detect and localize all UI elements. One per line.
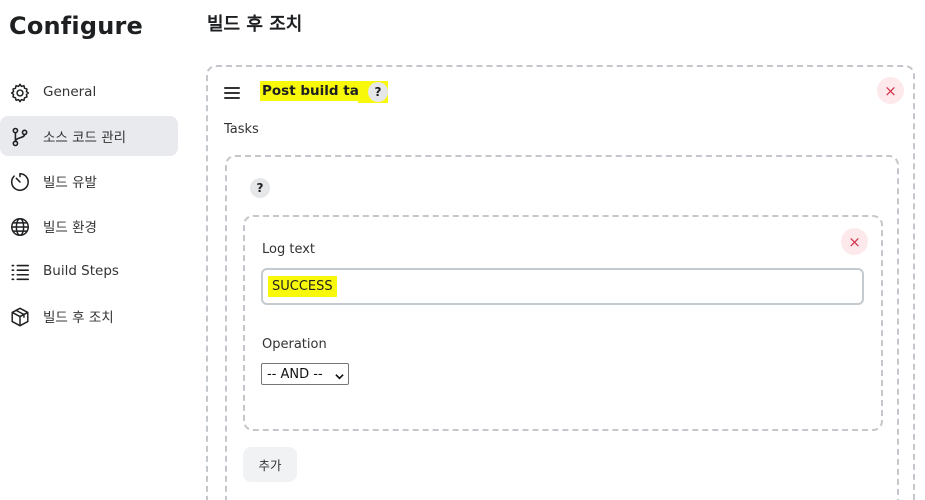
log-text-label: Log text <box>262 242 316 257</box>
tasks-help-icon[interactable]: ? <box>250 178 270 198</box>
add-task-button[interactable]: 추가 <box>243 447 297 482</box>
operation-select[interactable]: -- AND -- <box>261 363 349 385</box>
sidebar-item-label: 빌드 후 조치 <box>43 310 114 326</box>
log-text-value: SUCCESS <box>268 276 337 297</box>
remove-task-button[interactable]: × <box>841 228 868 255</box>
sidebar-item-build-environment[interactable]: 빌드 환경 <box>0 206 178 246</box>
chevron-down-icon <box>335 370 344 380</box>
task-item: × Log text SUCCESS Operation -- AND -- <box>243 215 883 431</box>
operation-selected-value: -- AND -- <box>267 366 323 382</box>
sidebar-item-build-steps[interactable]: Build Steps <box>0 251 178 291</box>
sidebar-item-label: General <box>43 84 97 100</box>
sidebar-item-general[interactable]: General <box>0 72 178 112</box>
globe-icon <box>9 216 31 238</box>
sidebar-item-post-build[interactable]: 빌드 후 조치 <box>0 296 178 336</box>
sidebar-item-build-triggers[interactable]: 빌드 유발 <box>0 161 178 201</box>
drag-handle-icon[interactable] <box>224 87 240 99</box>
sidebar-item-source-code[interactable]: 소스 코드 관리 <box>0 116 178 156</box>
list-icon <box>9 261 31 283</box>
section-heading: 빌드 후 조치 <box>207 14 303 35</box>
tasks-label: Tasks <box>224 122 259 137</box>
page-title: Configure <box>9 12 144 40</box>
gear-icon <box>9 82 31 104</box>
sidebar-item-label: 소스 코드 관리 <box>43 130 127 146</box>
sidebar: Configure General 소스 코드 관리 빌드 유발 빌드 환경 B… <box>0 0 185 500</box>
operation-label: Operation <box>262 337 327 352</box>
branch-icon <box>9 126 31 148</box>
sidebar-item-label: 빌드 유발 <box>43 175 97 191</box>
tasks-container: ? × Log text SUCCESS Operation -- AND --… <box>225 155 899 500</box>
timer-icon <box>9 171 31 193</box>
sidebar-item-label: Build Steps <box>43 263 119 279</box>
sidebar-item-label: 빌드 환경 <box>43 220 97 236</box>
configure-page: Configure General 소스 코드 관리 빌드 유발 빌드 환경 B… <box>0 0 925 500</box>
help-icon[interactable]: ? <box>368 82 388 102</box>
log-text-input[interactable]: SUCCESS <box>261 268 864 305</box>
post-build-task-card: Post build task ? × Tasks ? × Log text S… <box>206 65 915 500</box>
remove-post-build-task-button[interactable]: × <box>877 77 904 104</box>
package-icon <box>9 306 31 328</box>
